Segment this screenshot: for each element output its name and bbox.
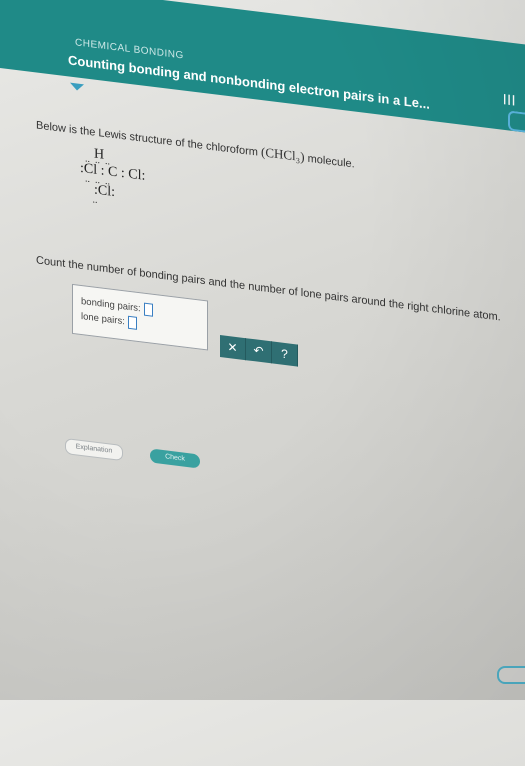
answer-toolbar: ✕ ↶ ? bbox=[220, 335, 298, 367]
lone-pairs-input[interactable] bbox=[127, 315, 137, 330]
lone-pairs-label: lone pairs: bbox=[81, 310, 125, 328]
lewis-row: .. bbox=[80, 192, 98, 206]
corner-pill-button[interactable] bbox=[497, 666, 525, 684]
intro-suffix: molecule. bbox=[307, 152, 355, 171]
app-screen: ☰ CHEMICAL BONDING Counting bonding and … bbox=[0, 0, 525, 764]
answer-box: bonding pairs: lone pairs: bbox=[72, 283, 208, 351]
clear-button[interactable]: ✕ bbox=[220, 335, 246, 361]
menu-icon[interactable]: ☰ bbox=[501, 93, 517, 108]
collapse-chevron-icon[interactable] bbox=[70, 82, 84, 92]
check-button[interactable]: Check bbox=[150, 448, 200, 469]
chloroform-formula: (CHCl₃) bbox=[261, 144, 305, 165]
help-button[interactable]: ? bbox=[272, 341, 298, 367]
bonding-pairs-input[interactable] bbox=[143, 302, 153, 317]
lewis-structure: H .. .. .. :Cl : C : Cl: .. .. .. :Cl: .… bbox=[80, 145, 200, 230]
undo-button[interactable]: ↶ bbox=[246, 338, 272, 364]
side-panel-tab[interactable] bbox=[508, 110, 525, 134]
explanation-button[interactable]: Explanation bbox=[65, 437, 123, 462]
